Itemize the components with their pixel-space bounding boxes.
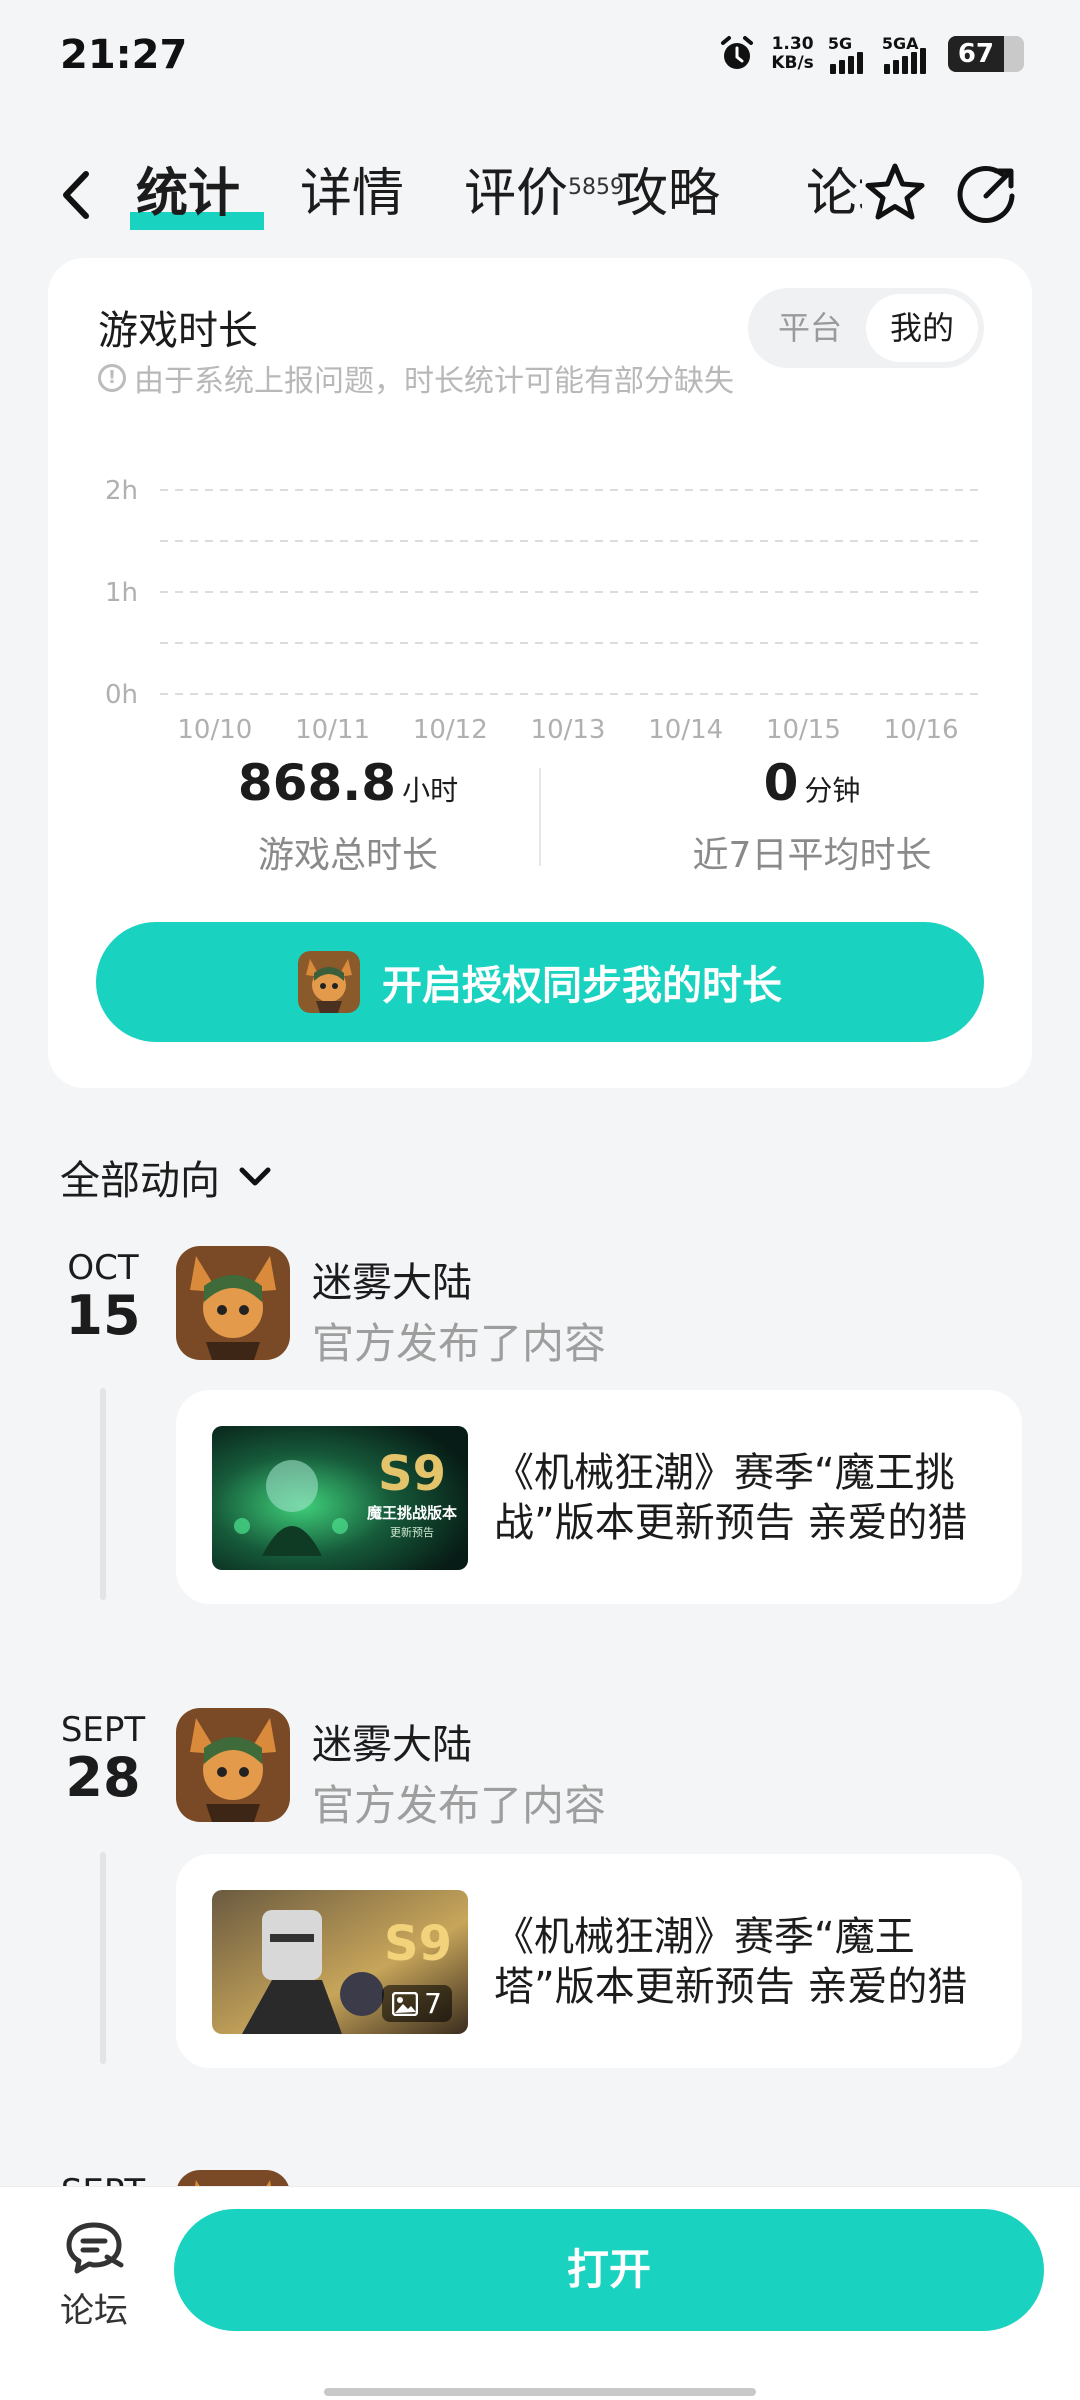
alarm-icon [721,36,754,69]
home-indicator [324,2388,756,2396]
total-playtime: 868.8 小时 游戏总时长 [237,754,459,876]
action-text: 官方发布了内容 [312,1319,607,1368]
post-thumbnail: S9 7 [212,1890,468,2034]
tab-forum[interactable]: 论坛 [806,154,862,234]
post-card[interactable]: S9 魔王挑战版本 更新预告 《机械狂潮》赛季“魔王挑战”版本更新预告 亲爱的猎… [176,1390,1022,1604]
x-tick-label: 10/11 [295,715,370,745]
tab-details[interactable]: 详情 [300,154,404,234]
tab-guides[interactable]: 攻略 [616,154,720,234]
y-tick-label: 2h [105,476,138,506]
info-icon: ! [98,364,126,392]
status-time: 21:27 [60,32,188,78]
activity-filter[interactable]: 全部动向 [60,1148,274,1206]
post-title: 《机械狂潮》赛季“魔王挑战”版本更新预告 亲爱的猎人们... [494,1450,968,1552]
chevron-down-icon [239,1167,271,1186]
battery-icon: 67 [947,36,1024,72]
net-speed: 1.30 KB/s [771,34,814,73]
playtime-card: 游戏时长 平台 我的 ! 由于系统上报问题，时长统计可能有部分缺失 2h 1h 0h… [48,258,1032,1088]
signal-5ga-icon: 5GA [882,34,934,74]
poster-name[interactable]: 迷雾大陆 [312,1712,472,1770]
data-notice: ! 由于系统上报问题，时长统计可能有部分缺失 [98,356,734,400]
bottom-action-bar: 论坛 打开 [0,2186,1080,2400]
game-app-icon[interactable] [176,1708,290,1822]
x-tick-label: 10/14 [648,715,723,745]
y-tick-label: 0h [105,680,138,710]
top-nav: 统计 详情 评价5859 攻略 论坛 [0,140,1080,250]
svg-text:更新预告: 更新预告 [390,1525,434,1539]
image-count-badge: 7 [382,1985,452,2022]
toggle-mine[interactable]: 我的 [866,294,978,362]
tab-reviews[interactable]: 评价 5859 [464,154,624,234]
action-text: 官方发布了内容 [312,1781,607,1830]
timeline-line [100,1388,106,1600]
post-thumbnail: S9 魔王挑战版本 更新预告 [212,1426,468,1570]
playtime-chart: 2h 1h 0h 10/10 10/11 10/12 10/13 10/14 10/15 10/1… [105,476,984,745]
x-tick-label: 10/13 [531,715,606,745]
toggle-platform[interactable]: 平台 [754,294,866,362]
tab-stats[interactable]: 统计 [129,154,265,234]
tab-bar: 统计 详情 评价 5859 攻略 [129,154,780,234]
stat-divider [539,768,541,866]
y-tick-label: 1h [105,578,138,608]
game-app-icon[interactable] [176,1246,290,1360]
svg-text:S9: S9 [384,1916,452,1972]
timeline-line [100,1852,106,2064]
image-icon [392,1991,419,2016]
poster-name[interactable]: 迷雾大陆 [312,1250,472,1308]
card-title: 游戏时长 [98,308,258,354]
share-icon[interactable] [956,162,1020,226]
feed-date: OCT 15 [65,1248,141,1347]
x-tick-label: 10/15 [766,715,841,745]
x-tick-label: 10/12 [413,715,488,745]
x-tick-label: 10/10 [177,715,252,745]
avg-playtime: 0 分钟 近7日平均时长 [692,754,932,876]
status-icons: 1.30 KB/s 5G 5GA 67 [717,34,1024,74]
x-tick-label: 10/16 [884,715,959,745]
sync-playtime-button[interactable]: 开启授权同步我的时长 [96,922,984,1042]
forum-button[interactable]: 论坛 [54,2219,134,2332]
platform-mine-toggle[interactable]: 平台 我的 [748,288,984,368]
open-game-button[interactable]: 打开 [174,2209,1044,2331]
post-card[interactable]: S9 7 《机械狂潮》赛季“魔王塔”版本更新预告 亲爱的猎人们... [176,1854,1022,2068]
signal-5g-icon: 5G [828,34,868,74]
feed-date: SEPT 28 [60,1710,146,1809]
game-app-icon [298,951,360,1013]
post-title: 《机械狂潮》赛季“魔王塔”版本更新预告 亲爱的猎人们... [494,1914,968,2016]
svg-text:魔王挑战版本: 魔王挑战版本 [367,1504,457,1522]
status-bar: 21:27 1.30 KB/s 5G 5GA 67 [0,0,1080,120]
chat-bubble-icon [66,2222,124,2274]
svg-text:S9: S9 [378,1446,446,1502]
back-arrow-icon[interactable] [52,160,102,230]
star-icon[interactable] [862,160,928,226]
